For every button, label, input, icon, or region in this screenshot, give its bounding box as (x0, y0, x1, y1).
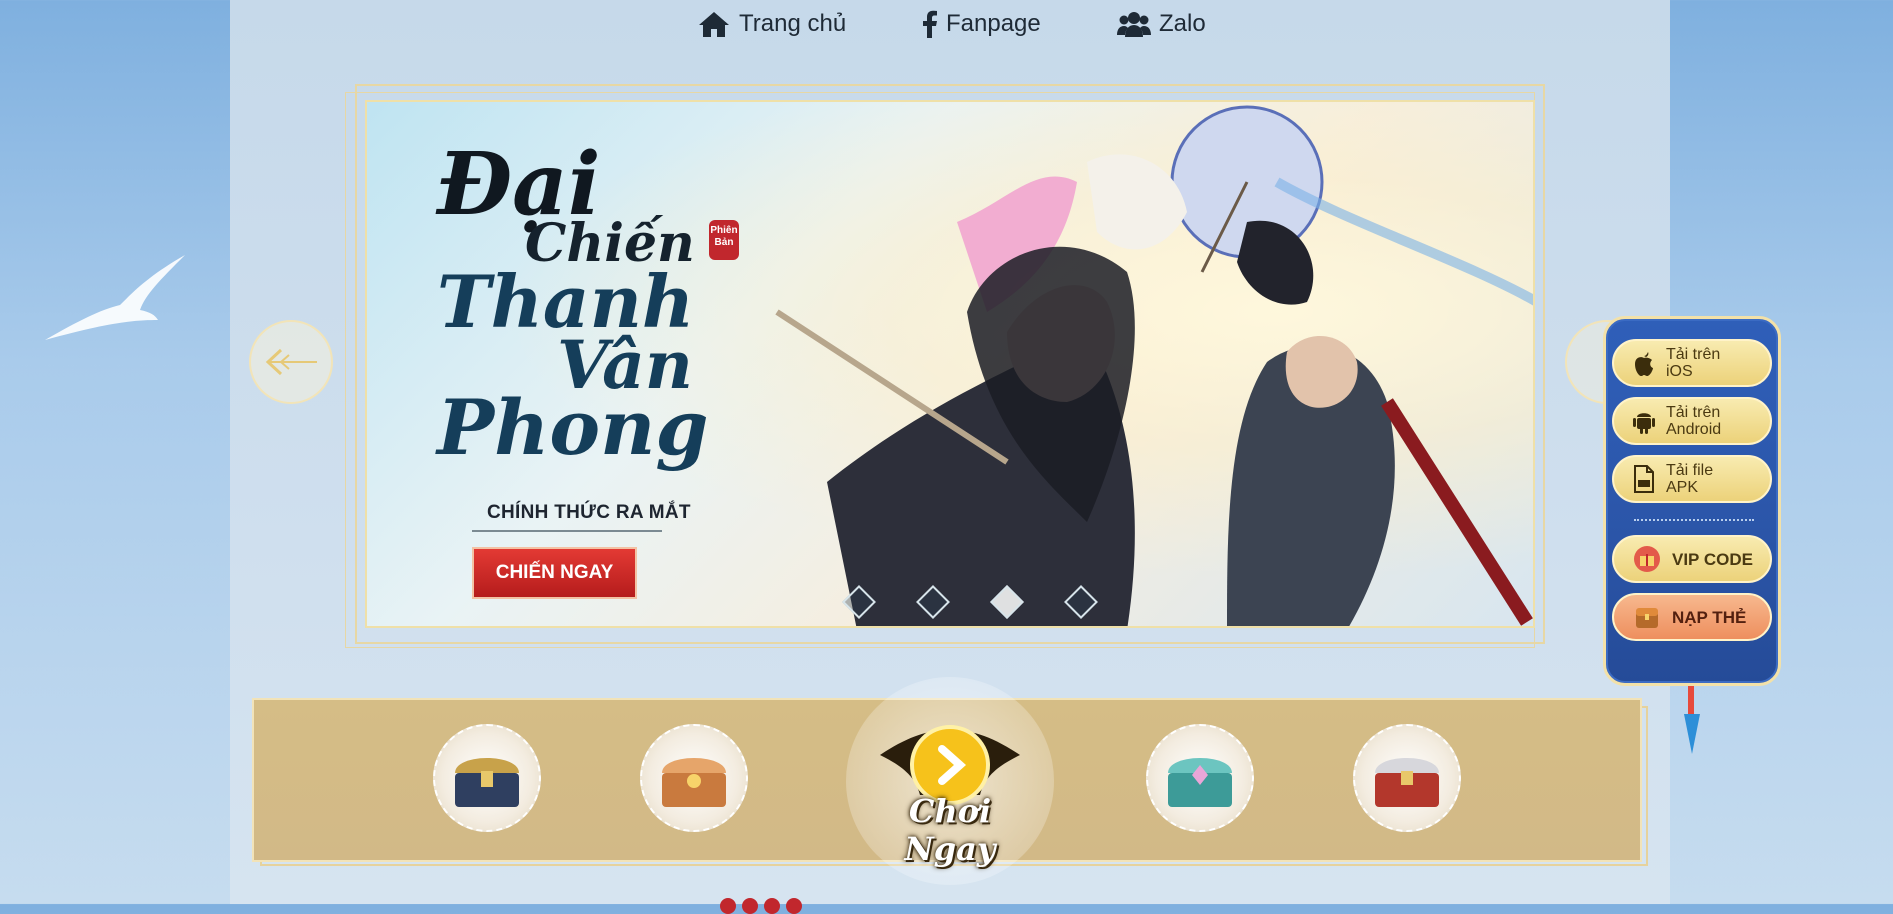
apple-icon (1635, 352, 1653, 376)
version-badge: Phiên Bản (709, 220, 739, 260)
gold-chest-icon (662, 758, 726, 807)
android-line-1: Tải trên (1666, 404, 1721, 421)
hero-banner[interactable]: Đại Chiến Thanh Vân Phong Phiên Bản CHÍN… (365, 100, 1535, 628)
nav-zalo-label: Zalo (1159, 10, 1206, 37)
vip-code-label: VIP CODE (1672, 549, 1753, 569)
nav-home-label: Trang chủ (739, 10, 847, 37)
nav-fanpage-label: Fanpage (946, 10, 1041, 37)
reward-chest-blue[interactable] (433, 724, 541, 832)
top-navigation: Trang chủ Fanpage Zalo (0, 0, 1893, 56)
character-artwork (775, 105, 1533, 626)
vip-code-button[interactable]: VIP CODE (1612, 535, 1772, 583)
vip-gift-icon (1634, 546, 1660, 572)
download-side-panel: Tải trên iOS Tải trên Android Tải file A… (1603, 316, 1781, 686)
carousel-indicators (842, 585, 1098, 619)
android-icon (1633, 413, 1655, 434)
game-logo: Đại Chiến Thanh Vân Phong Phiên Bản (437, 142, 739, 472)
play-now-label: Chơi Ngay (904, 792, 996, 868)
users-icon (1117, 12, 1151, 37)
subtitle-divider (472, 530, 662, 532)
page-dot[interactable] (786, 898, 802, 914)
download-ios-button[interactable]: Tải trên iOS (1612, 339, 1772, 387)
facebook-icon (923, 10, 937, 38)
reward-chest-gold[interactable] (640, 724, 748, 832)
carousel-dot[interactable] (1064, 585, 1098, 619)
carousel-dot-active[interactable] (990, 585, 1024, 619)
reward-chest-red[interactable] (1353, 724, 1461, 832)
logo-line-5: Phong (437, 383, 709, 472)
nav-home[interactable]: Trang chủ (697, 10, 846, 38)
android-line-2: Android (1666, 421, 1722, 438)
page-dot[interactable] (742, 898, 758, 914)
ios-line-1: Tải trên (1666, 346, 1721, 363)
fight-now-button[interactable]: CHIẾN NGAY (472, 547, 637, 599)
card-chest-icon (1636, 608, 1658, 628)
side-panel-divider (1634, 519, 1754, 521)
apk-file-icon (1634, 465, 1654, 493)
teal-chest-icon (1168, 758, 1232, 807)
tassel-cord (1688, 686, 1694, 716)
download-apk-button[interactable]: Tải file APK (1612, 455, 1772, 503)
carousel-dot[interactable] (842, 585, 876, 619)
ios-line-2: iOS (1666, 363, 1693, 380)
top-up-label: NẠP THẺ (1672, 607, 1747, 627)
carousel-dot[interactable] (916, 585, 950, 619)
apk-line-1: Tải file (1666, 462, 1714, 479)
home-icon (699, 12, 729, 37)
nav-fanpage[interactable]: Fanpage (922, 10, 1041, 38)
launch-subtitle: CHÍNH THỨC RA MẮT (487, 502, 691, 523)
carousel-prev-button[interactable] (249, 320, 333, 404)
seagull-decoration (45, 255, 185, 340)
red-chest-icon (1375, 758, 1439, 807)
page-indicator (720, 898, 802, 914)
page-dot[interactable] (764, 898, 780, 914)
top-up-button[interactable]: NẠP THẺ (1612, 593, 1772, 641)
page-dot[interactable] (720, 898, 736, 914)
tassel-decoration (1684, 714, 1700, 754)
reward-chest-teal[interactable] (1146, 724, 1254, 832)
download-android-button[interactable]: Tải trên Android (1612, 397, 1772, 445)
arrow-left-icon (265, 348, 317, 376)
blue-chest-icon (455, 758, 519, 807)
nav-zalo[interactable]: Zalo (1117, 10, 1206, 38)
apk-line-2: APK (1666, 479, 1699, 496)
